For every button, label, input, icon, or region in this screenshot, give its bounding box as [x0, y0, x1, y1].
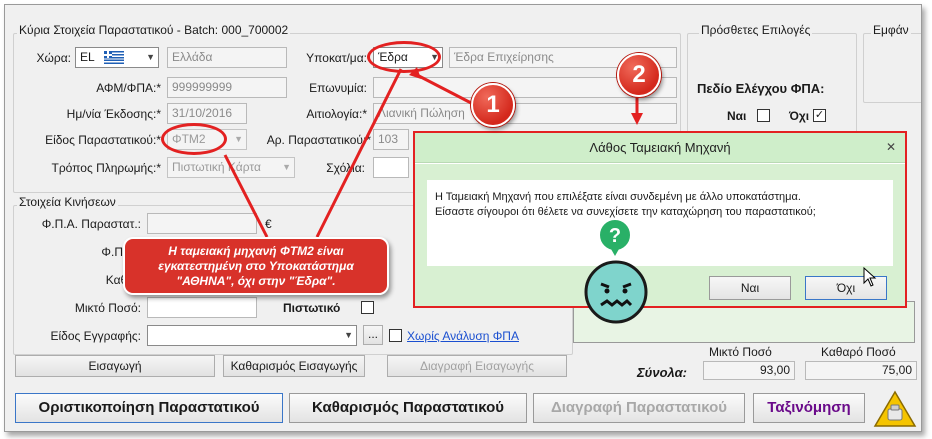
svg-text:?: ?	[609, 225, 621, 247]
annotation-badge-1: 1	[471, 83, 515, 127]
worried-face-icon	[583, 259, 649, 325]
question-bubble-icon: ?	[597, 217, 633, 257]
app-window: Κύρια Στοιχεία Παραστατικού - Batch: 000…	[4, 4, 922, 432]
annotation-arrows	[223, 67, 643, 238]
annotation-callout: Η ταμειακή μηχανή ΦΤΜ2 είναι εγκατεστημέ…	[123, 237, 389, 295]
annotation-badge-2: 2	[617, 53, 661, 97]
